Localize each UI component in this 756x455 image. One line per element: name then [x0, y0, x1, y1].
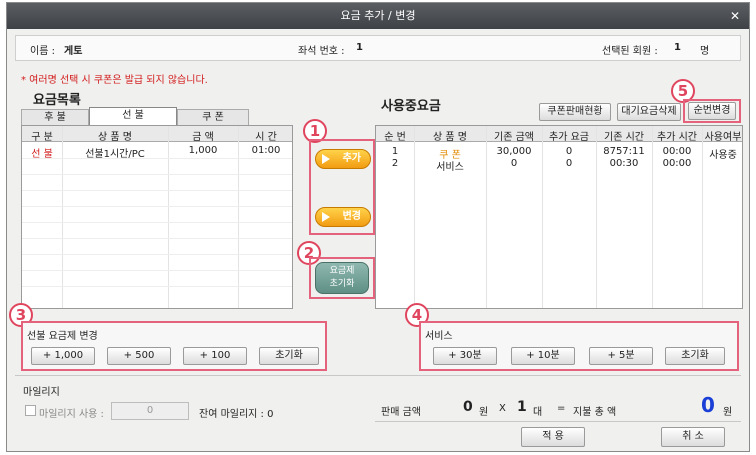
service-title: 서비스 — [425, 331, 453, 342]
multiply-sign: X — [499, 403, 506, 414]
equals-sign: = — [557, 403, 566, 414]
col-status: 사용여부 — [704, 132, 742, 143]
tab-prepaid[interactable]: 선 불 — [89, 107, 177, 125]
apply-button[interactable]: 적 용 — [521, 427, 585, 447]
reorder-button[interactable]: 순번변경 — [688, 102, 736, 120]
prepaid-reset-button[interactable]: 초기화 — [259, 347, 319, 365]
coupon-warning: * 여러명 선택 시 쿠폰은 발급 되지 않습니다. — [21, 75, 208, 86]
col-time: 시 간 — [255, 132, 277, 143]
add-30min-button[interactable]: + 30분 — [433, 347, 497, 365]
add-change-panel: 추가 변경 — [309, 139, 375, 235]
service-group: 서비스 + 30분 + 10분 + 5분 초기화 — [419, 321, 739, 371]
mileage-title: 마일리지 — [23, 387, 60, 398]
row-time: 01:00 — [251, 145, 281, 156]
window-title: 요금 추가 / 변경 — [340, 9, 416, 22]
row-no: 2 — [391, 158, 399, 169]
device-count-unit: 대 — [533, 407, 543, 418]
add-500-button[interactable]: + 500 — [107, 347, 171, 365]
reset-plan-label-1: 요금제 — [329, 266, 355, 276]
in-use-fees-title: 사용중요금 — [381, 99, 441, 114]
row-add-time: 00:00 — [662, 158, 692, 169]
total-payment-value: 0 — [701, 393, 715, 417]
seat-value: 1 — [356, 42, 363, 53]
col-base-amount: 기존 금액 — [494, 132, 534, 143]
col-add-fee: 추가 요금 — [549, 132, 589, 143]
sale-amount-value: 0 — [463, 399, 473, 415]
play-arrow-icon — [322, 212, 330, 222]
add-1000-button[interactable]: + 1,000 — [31, 347, 95, 365]
play-arrow-icon — [322, 154, 330, 164]
tab-postpaid[interactable]: 후 불 — [21, 109, 89, 125]
col-add-time: 추가 시간 — [657, 132, 697, 143]
fee-list-title: 요금목록 — [33, 93, 81, 108]
tab-coupon[interactable]: 쿠 폰 — [177, 109, 249, 125]
prepaid-plan-title: 선불 요금제 변경 — [27, 331, 98, 342]
add-5min-button[interactable]: + 5분 — [589, 347, 653, 365]
col-product: 상 품 명 — [433, 132, 467, 143]
change-button-label: 변경 — [342, 211, 361, 222]
mileage-use-label: 마일리지 사용 : — [39, 409, 104, 420]
prepaid-plan-group: 선불 요금제 변경 + 1,000 + 500 + 100 초기화 — [21, 321, 327, 371]
close-icon[interactable]: ✕ — [727, 8, 743, 24]
title-bar: 요금 추가 / 변경 ✕ — [7, 3, 749, 29]
col-type: 구 분 — [31, 132, 53, 143]
sale-amount-unit: 원 — [479, 407, 489, 418]
add-10min-button[interactable]: + 10분 — [511, 347, 575, 365]
row-status: 사용중 — [709, 150, 737, 161]
cancel-button[interactable]: 취 소 — [661, 427, 725, 447]
delete-waiting-fee-button[interactable]: 대기요금삭제 — [617, 103, 681, 121]
seat-label: 좌석 번호 : — [298, 46, 345, 57]
name-label: 이름 : — [30, 46, 55, 57]
row-base-time: 8757:11 — [603, 146, 645, 157]
reorder-panel: 순번변경 — [683, 99, 741, 123]
divider — [15, 375, 741, 376]
row-no: 1 — [391, 146, 399, 157]
row-base-amount: 0 — [510, 158, 518, 169]
fee-list-table[interactable]: 구 분 상 품 명 금 액 시 간 선 불 선불1시간/PC 1,000 01:… — [21, 125, 293, 309]
selected-members-value: 1 — [674, 42, 681, 53]
row-base-time: 00:30 — [609, 158, 639, 169]
row-add-fee: 0 — [565, 146, 573, 157]
service-reset-button[interactable]: 초기화 — [665, 347, 725, 365]
divider — [375, 421, 741, 422]
sale-amount-label: 판매 금액 — [381, 407, 421, 418]
in-use-fees-table[interactable]: 순 번 상 품 명 기존 금액 추가 요금 기존 시간 추가 시간 사용여부 1… — [375, 125, 743, 309]
member-info-bar: 이름 : 게토 좌석 번호 : 1 선택된 회원 : 1 명 — [15, 35, 741, 61]
coupon-sales-button[interactable]: 쿠폰판매현황 — [539, 103, 611, 121]
mileage-use-input[interactable]: 0 — [111, 402, 189, 420]
reset-plan-button[interactable]: 요금제 초기화 — [315, 262, 369, 294]
reset-plan-label-2: 초기화 — [329, 279, 355, 289]
row-add-time: 00:00 — [662, 146, 692, 157]
selected-members-unit: 명 — [700, 46, 710, 57]
add-button[interactable]: 추가 — [315, 149, 371, 169]
col-product: 상 품 명 — [98, 132, 132, 143]
add-100-button[interactable]: + 100 — [183, 347, 247, 365]
total-payment-unit: 원 — [723, 407, 733, 418]
col-amount: 금 액 — [192, 132, 214, 143]
fee-dialog: 요금 추가 / 변경 ✕ 이름 : 게토 좌석 번호 : 1 선택된 회원 : … — [6, 2, 750, 452]
name-value: 게토 — [64, 46, 83, 57]
selected-members-label: 선택된 회원 : — [602, 46, 658, 57]
mileage-use-checkbox[interactable] — [25, 405, 36, 416]
row-base-amount: 30,000 — [496, 146, 532, 157]
change-button[interactable]: 변경 — [315, 207, 371, 227]
row-amount: 1,000 — [188, 145, 218, 156]
row-add-fee: 0 — [565, 158, 573, 169]
reset-plan-panel: 요금제 초기화 — [309, 257, 375, 299]
device-count-value: 1 — [517, 399, 527, 415]
col-no: 순 번 — [384, 132, 406, 143]
row-type: 선 불 — [31, 149, 53, 160]
row-product: 선불1시간/PC — [85, 149, 145, 160]
total-payment-label: 지불 총 액 — [573, 407, 617, 418]
col-base-time: 기존 시간 — [604, 132, 644, 143]
remaining-mileage-label: 잔여 마일리지 : 0 — [199, 409, 274, 420]
add-button-label: 추가 — [342, 153, 361, 164]
row-product: 서비스 — [436, 162, 464, 173]
